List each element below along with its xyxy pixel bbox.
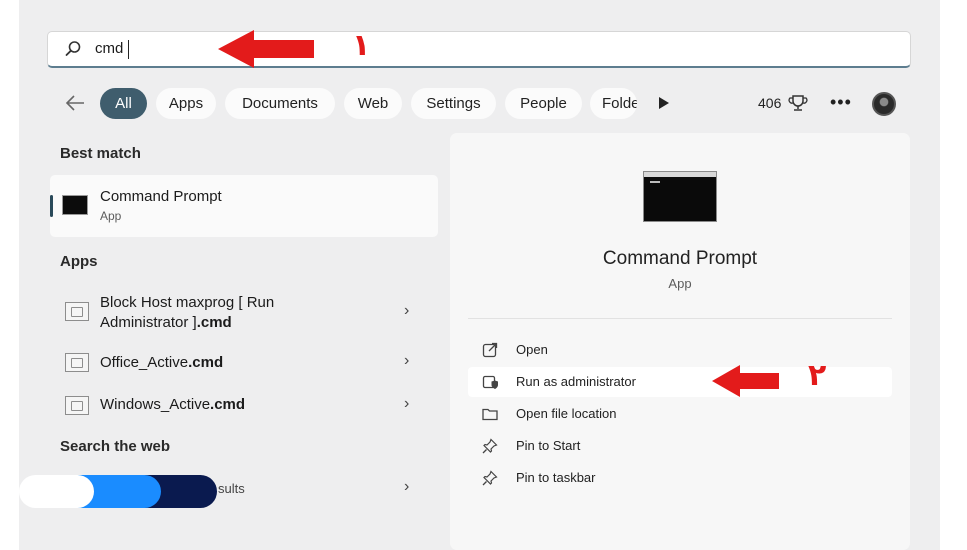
action-open[interactable]: Open bbox=[468, 335, 892, 365]
rewards-points: 406 bbox=[758, 95, 782, 111]
app-extension: .cmd bbox=[196, 314, 232, 331]
preview-pane: Command Prompt App Open Run as administr… bbox=[450, 133, 910, 550]
pin-icon bbox=[482, 438, 498, 454]
chevron-right-icon[interactable]: › bbox=[404, 395, 409, 413]
filter-chip-settings[interactable]: Settings bbox=[411, 88, 496, 119]
preview-title: Command Prompt bbox=[602, 248, 758, 269]
preview-subtitle: App bbox=[668, 276, 692, 291]
avatar[interactable] bbox=[872, 92, 896, 116]
filter-chip-all[interactable]: All bbox=[100, 88, 147, 119]
filter-chip-apps[interactable]: Apps bbox=[156, 88, 216, 119]
app-name-line1: Block Host maxprog [ Run bbox=[100, 294, 275, 311]
watermark-pills bbox=[19, 475, 217, 508]
list-item[interactable]: Block Host maxprog [ Run Administrator ]… bbox=[50, 290, 438, 336]
command-prompt-large-icon bbox=[643, 171, 717, 222]
list-item[interactable]: Windows_Active.cmd › bbox=[50, 393, 438, 419]
script-file-icon bbox=[65, 353, 89, 372]
open-external-icon bbox=[482, 342, 498, 358]
more-options-icon[interactable]: ••• bbox=[830, 92, 852, 113]
list-item[interactable]: Office_Active.cmd › bbox=[50, 350, 438, 376]
shield-icon bbox=[482, 375, 498, 389]
action-pin-to-taskbar[interactable]: Pin to taskbar bbox=[468, 463, 892, 493]
app-name: Windows_Active bbox=[100, 396, 211, 413]
best-match-type: App bbox=[100, 209, 122, 223]
filter-chip-folders[interactable]: Folde bbox=[590, 88, 637, 119]
divider bbox=[468, 318, 892, 319]
annotation-arrow-1 bbox=[218, 30, 314, 68]
filter-chip-documents[interactable]: Documents bbox=[225, 88, 335, 119]
best-match-heading: Best match bbox=[60, 145, 141, 162]
app-extension: .cmd bbox=[210, 396, 246, 413]
action-pin-to-start[interactable]: Pin to Start bbox=[468, 431, 892, 461]
action-label: Open bbox=[516, 342, 548, 357]
action-open-file-location[interactable]: Open file location bbox=[468, 399, 892, 429]
annotation-number-1: ١ bbox=[352, 28, 371, 63]
best-match-item[interactable]: Command Prompt App bbox=[50, 175, 438, 237]
annotation-number-2: ٢ bbox=[808, 358, 827, 393]
chevron-right-icon[interactable]: › bbox=[404, 352, 409, 370]
trophy-icon[interactable] bbox=[788, 93, 808, 113]
action-label: Open file location bbox=[516, 406, 617, 421]
folder-icon bbox=[482, 408, 498, 421]
scroll-right-icon[interactable] bbox=[658, 96, 670, 110]
pin-icon bbox=[482, 470, 498, 486]
annotation-arrow-2 bbox=[712, 365, 779, 397]
back-arrow-icon[interactable] bbox=[64, 92, 86, 114]
filter-chip-web[interactable]: Web bbox=[344, 88, 402, 119]
text-caret bbox=[128, 40, 129, 59]
app-name-line2: Administrator ] bbox=[100, 314, 197, 331]
search-web-heading: Search the web bbox=[60, 438, 171, 455]
action-label: Pin to Start bbox=[516, 438, 581, 453]
chevron-right-icon[interactable]: › bbox=[404, 302, 409, 320]
search-icon bbox=[65, 41, 81, 56]
app-name: Office_Active bbox=[100, 354, 189, 371]
action-label: Run as administrator bbox=[516, 374, 636, 389]
filter-chip-people[interactable]: People bbox=[505, 88, 582, 119]
command-prompt-icon bbox=[62, 195, 88, 215]
apps-heading: Apps bbox=[60, 253, 98, 270]
selection-indicator bbox=[50, 195, 53, 217]
app-extension: .cmd bbox=[188, 354, 224, 371]
script-file-icon bbox=[65, 302, 89, 321]
web-search-label: sults bbox=[218, 481, 245, 496]
action-label: Pin to taskbar bbox=[516, 470, 596, 485]
chevron-right-icon[interactable]: › bbox=[404, 478, 409, 496]
best-match-name: Command Prompt bbox=[100, 188, 222, 205]
action-run-as-administrator[interactable]: Run as administrator bbox=[468, 367, 892, 397]
script-file-icon bbox=[65, 396, 89, 415]
search-bar[interactable]: cmd bbox=[47, 31, 911, 68]
